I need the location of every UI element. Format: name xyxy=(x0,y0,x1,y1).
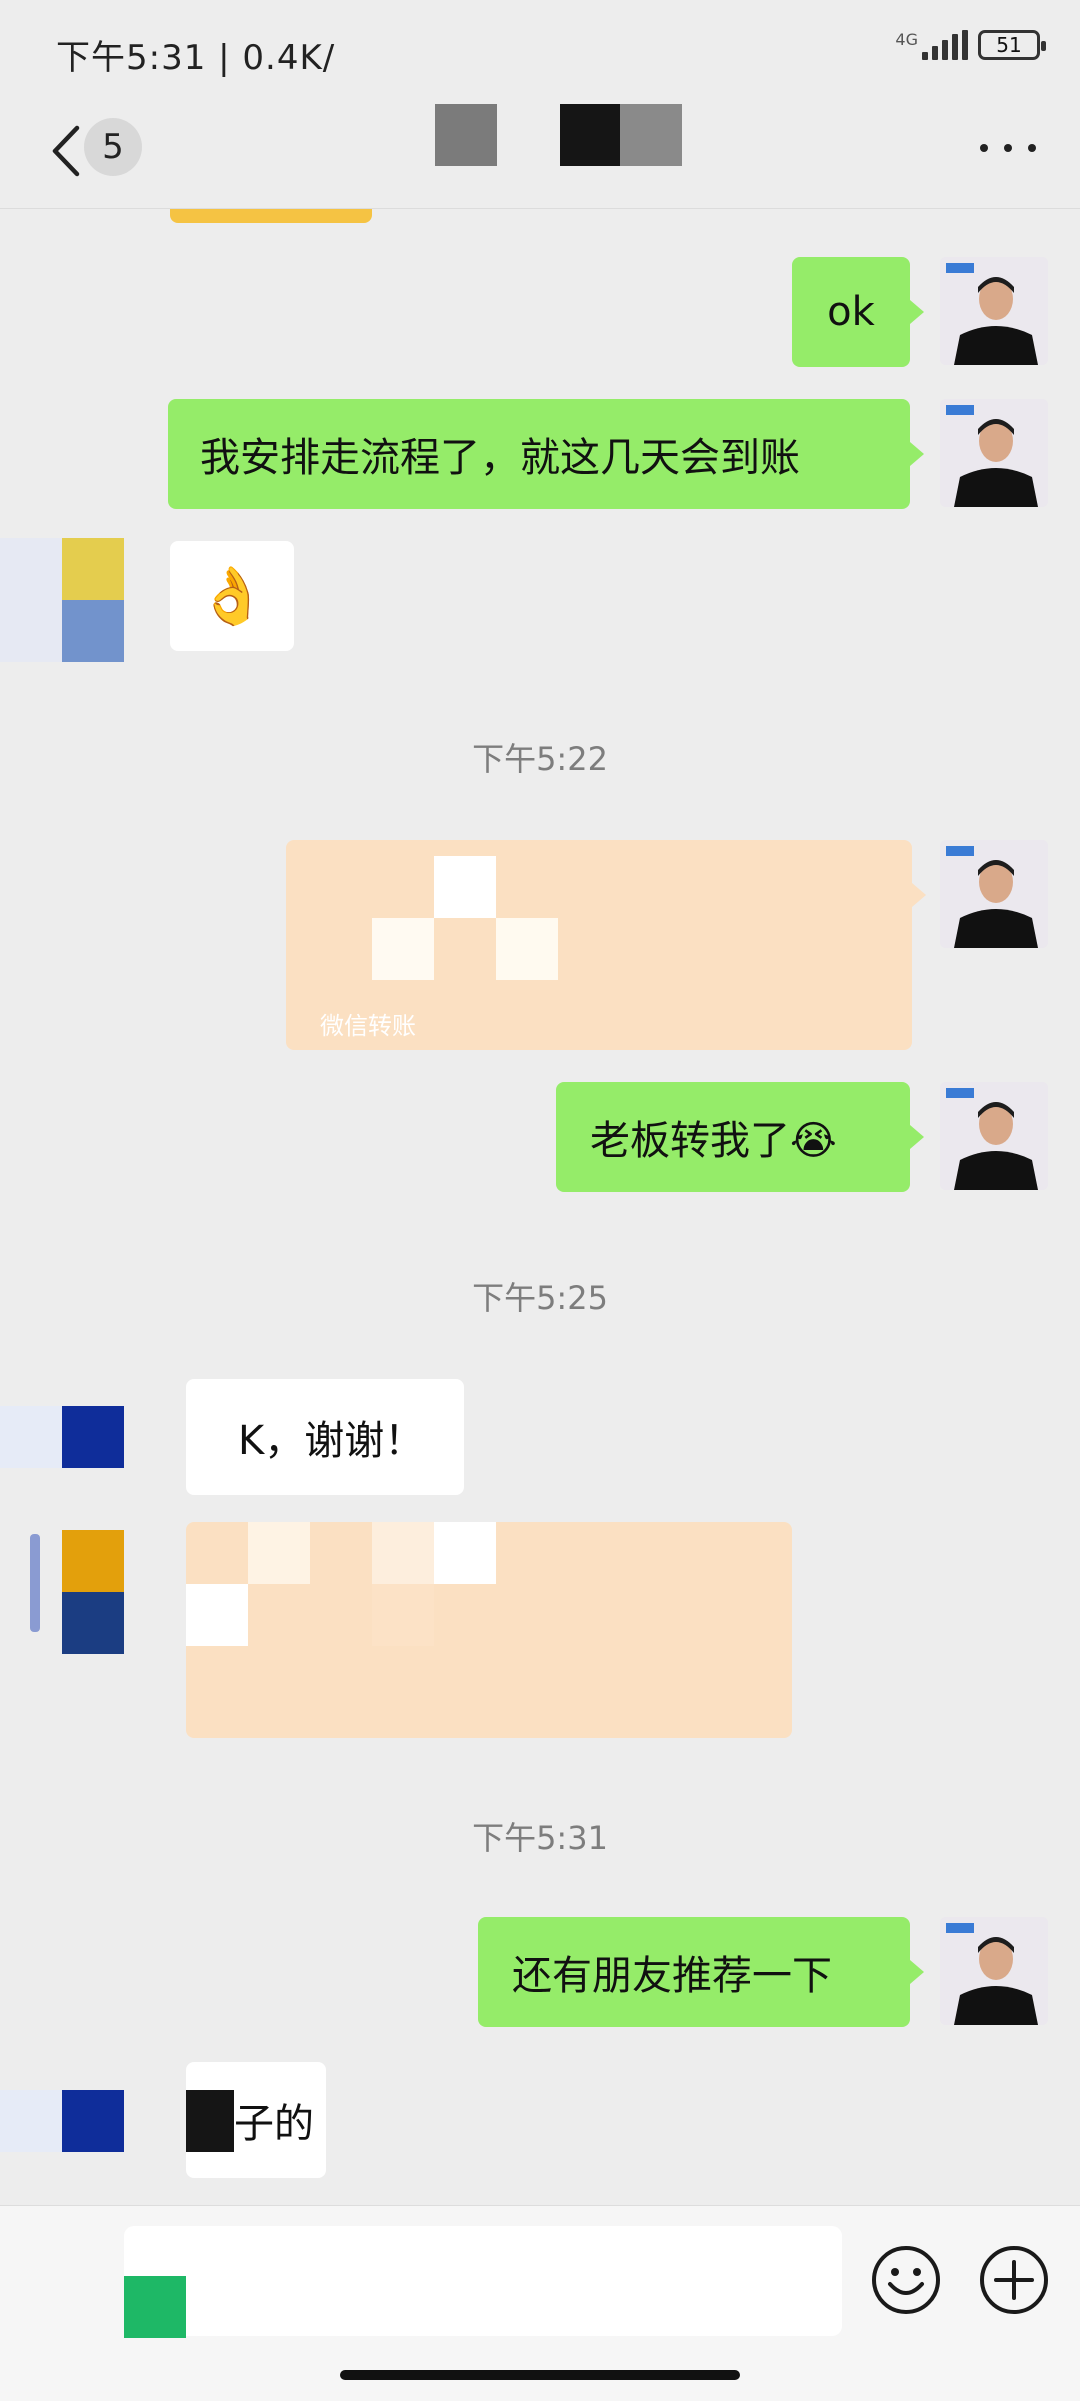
bubble-tail xyxy=(910,1960,924,1984)
status-time: 下午5:31 | 0.4K/ xyxy=(56,38,336,78)
redacted-pixel xyxy=(372,1584,434,1646)
bubble-tail xyxy=(910,1125,924,1149)
more-actions-button[interactable] xyxy=(978,2244,1050,2316)
contact-avatar[interactable] xyxy=(0,1406,124,1468)
plus-circle-icon xyxy=(980,2246,1048,2314)
bubble-tail xyxy=(910,300,924,324)
more-button[interactable] xyxy=(980,128,1036,168)
message-text: 子的 xyxy=(234,2101,314,2147)
contact-avatar[interactable] xyxy=(0,2090,124,2152)
message-text: 还有朋友推荐一下 xyxy=(512,1953,832,1999)
avatar-blur xyxy=(0,538,62,662)
home-indicator[interactable] xyxy=(340,2370,740,2380)
avatar-blur xyxy=(30,1534,40,1632)
status-bar: 下午5:31 | 0.4K/ 4G 51 xyxy=(0,0,1080,96)
timestamp: 下午5:31 xyxy=(472,1819,608,1857)
transfer-caption: 微信转账 xyxy=(320,1012,416,1040)
person-avatar-icon xyxy=(940,257,1048,365)
chat-title-redacted xyxy=(620,104,682,166)
avatar-pixel xyxy=(62,538,124,600)
avatar-pixel xyxy=(62,2090,124,2152)
unread-badge: 5 xyxy=(84,118,142,176)
person-avatar-icon xyxy=(940,1917,1048,2025)
timestamp: 下午5:25 xyxy=(472,1279,608,1317)
message-input[interactable] xyxy=(124,2226,842,2336)
avatar-blur xyxy=(0,1406,62,1468)
contact-avatar[interactable] xyxy=(30,1530,124,1654)
battery-icon: 51 xyxy=(978,30,1046,60)
message-text: ok xyxy=(827,289,875,335)
avatar-pixel xyxy=(62,1406,124,1468)
chevron-left-icon xyxy=(52,125,80,177)
avatar-pixel xyxy=(62,1530,124,1592)
avatar-blur xyxy=(0,2090,62,2152)
transfer-card[interactable] xyxy=(186,1522,792,1738)
emoji-button[interactable] xyxy=(870,2244,942,2316)
person-avatar-icon xyxy=(940,1082,1048,1190)
more-dot xyxy=(1028,144,1036,152)
redacted-pixel xyxy=(186,2090,234,2152)
redacted-pixel xyxy=(248,1522,310,1584)
status-icons: 4G 51 xyxy=(895,30,1046,60)
transfer-card[interactable]: 微信转账 xyxy=(286,840,912,1050)
redacted-pixel xyxy=(434,1522,496,1584)
contact-avatar[interactable] xyxy=(0,538,124,662)
redacted-pixel xyxy=(372,1522,434,1584)
my-avatar[interactable] xyxy=(940,257,1048,365)
person-avatar-icon xyxy=(940,399,1048,507)
more-dots-icon xyxy=(980,144,988,152)
incoming-message[interactable]: K，谢谢！ xyxy=(186,1379,464,1495)
ok-hand-emoji: 👌 xyxy=(197,564,267,629)
network-type: 4G xyxy=(895,30,918,49)
outgoing-message[interactable]: 还有朋友推荐一下 xyxy=(478,1917,910,2027)
outgoing-message[interactable]: 我安排走流程了，就这几天会到账 xyxy=(168,399,910,509)
message-list[interactable]: ok 我安排走流程了，就这几天会到账 👌 下午5:22 微信转账 老板转我了😭 … xyxy=(0,209,1080,2205)
voice-toggle-redacted[interactable] xyxy=(124,2276,186,2338)
redacted-pixel xyxy=(496,918,558,980)
redacted-pixel xyxy=(186,1584,248,1646)
redacted-pixel xyxy=(434,856,496,918)
signal-icon xyxy=(922,30,968,60)
timestamp: 下午5:22 xyxy=(472,740,608,778)
message-text: 老板转我了😭 xyxy=(590,1118,837,1164)
my-avatar[interactable] xyxy=(940,1082,1048,1190)
chat-title-redacted xyxy=(435,104,497,166)
redacted-pixel xyxy=(372,918,434,980)
more-dot xyxy=(1004,144,1012,152)
chat-header xyxy=(0,96,1080,209)
outgoing-message[interactable]: 老板转我了😭 xyxy=(556,1082,910,1192)
my-avatar[interactable] xyxy=(940,399,1048,507)
chat-title-redacted xyxy=(560,104,620,166)
avatar-pixel xyxy=(62,600,124,662)
previous-card-remnant xyxy=(170,209,372,223)
outgoing-message[interactable]: ok xyxy=(792,257,910,367)
avatar-pixel xyxy=(62,1592,124,1654)
message-text: K，谢谢！ xyxy=(238,1418,425,1464)
smiley-icon xyxy=(872,2246,940,2314)
message-text: 我安排走流程了，就这几天会到账 xyxy=(200,435,800,481)
person-avatar-icon xyxy=(940,840,1048,948)
bubble-tail xyxy=(912,883,926,907)
my-avatar[interactable] xyxy=(940,840,1048,948)
incoming-message[interactable]: 子的 xyxy=(186,2062,326,2178)
my-avatar[interactable] xyxy=(940,1917,1048,2025)
incoming-message[interactable]: 👌 xyxy=(170,541,294,651)
bubble-tail xyxy=(910,442,924,466)
